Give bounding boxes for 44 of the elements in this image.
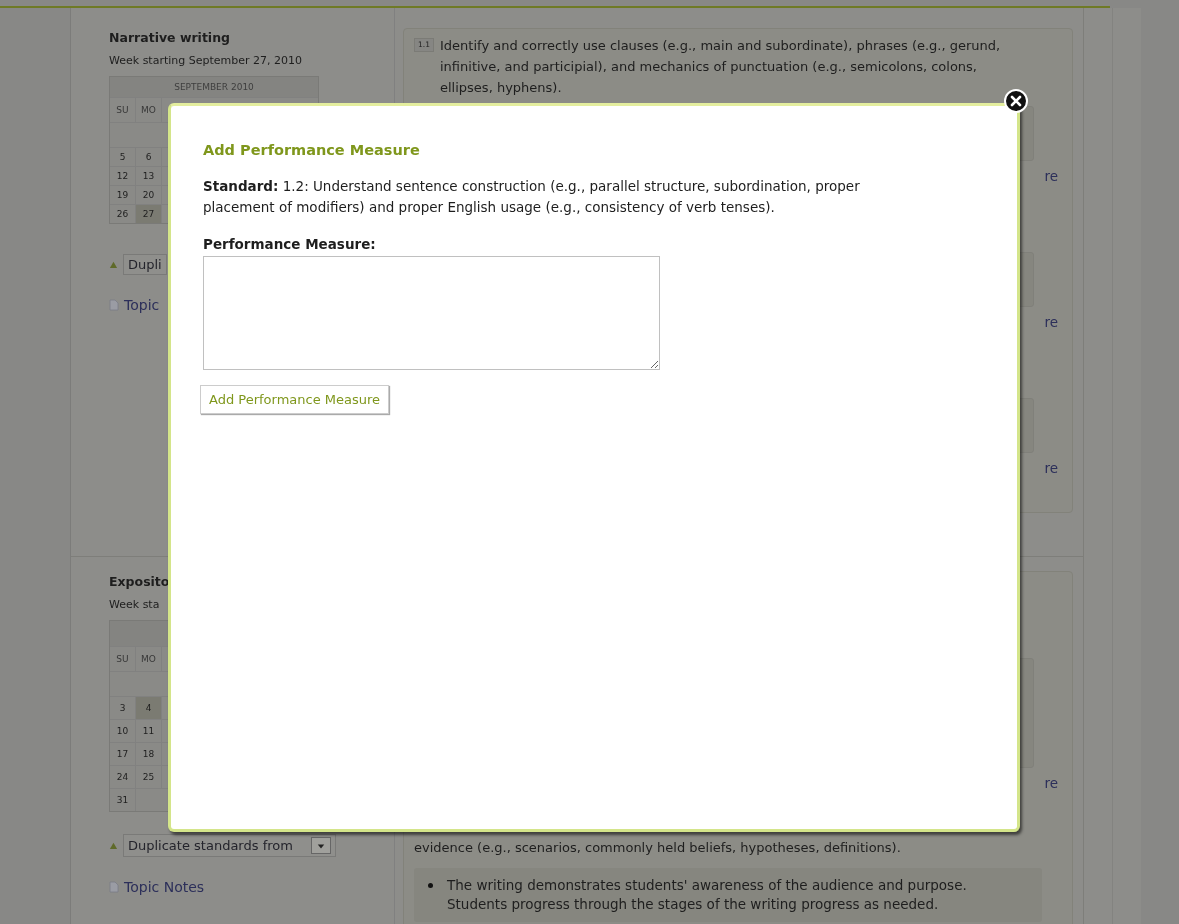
standard-text: Identify and correctly use clauses (e.g., main and subordinate), phrases (e.g., gerund, infinitive, and participial), and mechanics of punctuation (e.g., semicolons, colons, ellipses, hyphens).	[440, 37, 1002, 97]
weekday-label: SU	[110, 647, 136, 671]
standard-text: evidence (e.g., scenarios, commonly held beliefs, hypotheses, definitions).	[414, 839, 902, 857]
document-icon	[109, 299, 119, 311]
add-measure-link[interactable]: re	[1044, 314, 1058, 332]
calendar-day[interactable]: 24	[110, 766, 136, 788]
add-measure-link[interactable]: re	[1044, 460, 1058, 478]
calendar-day[interactable]: 10	[110, 720, 136, 742]
duplicate-select[interactable]: Duplicate standards from	[123, 834, 336, 857]
weekday-label: MO	[136, 647, 162, 671]
calendar-day[interactable]: 6	[136, 148, 162, 166]
calendar-day[interactable]: 18	[136, 743, 162, 765]
topic-notes-link[interactable]: Topic	[124, 297, 160, 313]
measure-text: The writing demonstrates students' awareness of the audience and purpose. Students progress through the stages of the writing progress as needed.	[447, 876, 968, 914]
calendar-day[interactable]: 31	[110, 789, 136, 811]
calendar-day[interactable]: 19	[110, 186, 136, 204]
calendar-day[interactable]: 20	[136, 186, 162, 204]
field-label: Performance Measure:	[203, 236, 377, 252]
week-label: Week sta	[109, 598, 161, 612]
section-title: Narrative writing	[109, 30, 231, 47]
add-measure-link[interactable]: re	[1044, 168, 1058, 186]
calendar-day[interactable]: 5	[110, 148, 136, 166]
performance-measure-field[interactable]	[203, 256, 660, 370]
weekday-label: SU	[110, 98, 136, 122]
calendar-day[interactable]: 11	[136, 720, 162, 742]
standard-text: Standard: 1.2: Understand sentence construction (e.g., parallel structure, subordination, proper placement of modifiers) and proper English usage (e.g., consistency of verb tenses).	[203, 177, 861, 217]
dialog-title: Add Performance Measure	[203, 142, 421, 158]
calendar-day[interactable]: 13	[136, 167, 162, 185]
add-measure-button[interactable]: Add Performance Measure	[200, 385, 390, 414]
month-label: SEPTEMBER 2010	[174, 82, 254, 92]
document-icon	[109, 881, 119, 893]
calendar-day[interactable]: 12	[110, 167, 136, 185]
week-label: Week starting September 27, 2010	[109, 54, 304, 68]
weekday-label: MO	[136, 98, 162, 122]
calendar-day[interactable]: 4	[136, 697, 162, 719]
caret-icon	[316, 841, 325, 850]
bullet-icon	[428, 883, 433, 888]
add-measure-link[interactable]: re	[1044, 775, 1058, 793]
calendar-day[interactable]: 27	[136, 205, 162, 223]
section-title: Exposito	[109, 574, 171, 591]
duplicate-select[interactable]: Dupli	[123, 254, 167, 275]
calendar-day[interactable]: 17	[110, 743, 136, 765]
topic-notes-link[interactable]: Topic Notes	[124, 879, 205, 895]
calendar-day[interactable]: 25	[136, 766, 162, 788]
